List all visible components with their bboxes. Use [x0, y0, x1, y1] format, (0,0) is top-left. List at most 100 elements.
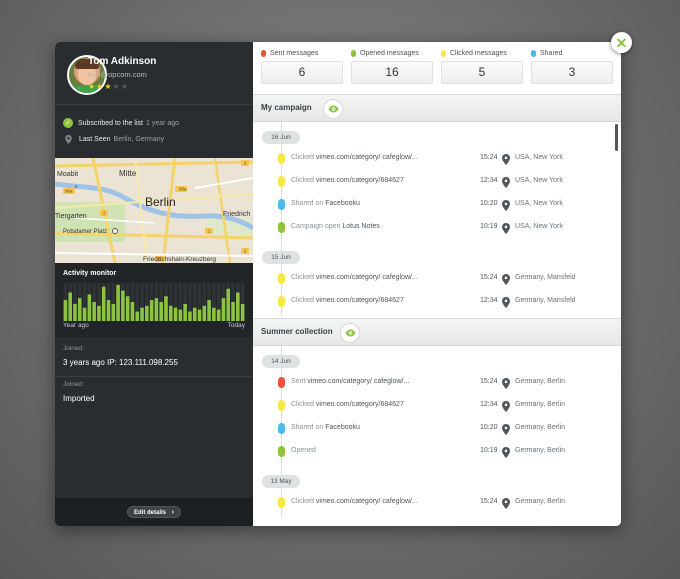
- event-action: Opened: [291, 447, 316, 454]
- activity-bar: [240, 303, 245, 321]
- edit-details-button[interactable]: Edit details ›: [127, 506, 181, 518]
- activity-bar: [87, 294, 92, 321]
- map-road-label: 96a: [65, 189, 73, 194]
- event-location: Germany, Berlin: [515, 498, 566, 505]
- location-pin-icon: [502, 152, 510, 165]
- feed-scrollbar[interactable]: [615, 124, 618, 151]
- location-pin-icon: [502, 376, 510, 389]
- event-time: 12:34: [480, 297, 498, 304]
- event-text: Clicked vimeo.com/category/ cafeglow/...: [291, 498, 418, 505]
- event-text: Opened: [291, 447, 316, 454]
- campaign-header: My campaign: [253, 94, 621, 122]
- event-target[interactable]: vimeo.com/category/684627: [316, 297, 404, 304]
- clicked-dot-icon: [441, 50, 446, 57]
- map-label-tiergarten: Tiergarten: [55, 213, 87, 220]
- edit-details-label: Edit details: [134, 510, 167, 516]
- timeline-event[interactable]: Clicked vimeo.com/category/ cafeglow/...…: [253, 496, 613, 510]
- map-label-moabit: Moabit: [57, 171, 78, 178]
- profile-name: Tom Adkinson: [88, 56, 157, 67]
- event-location: USA, New York: [515, 200, 563, 207]
- date-pill: 15 Jun: [262, 251, 300, 264]
- event-target[interactable]: Facebooku: [325, 424, 360, 431]
- map-label-berlin: Berlin: [145, 195, 176, 209]
- subscribed-label: Subscribed to the list: [78, 119, 143, 127]
- close-button[interactable]: ✕: [611, 32, 632, 53]
- timeline-event[interactable]: Campaign open Lotus Notes 10:19 USA, New Y…: [253, 221, 613, 235]
- map-label-mitte: Mitte: [119, 169, 137, 178]
- date-pill: 16 Jun: [262, 131, 300, 144]
- stats-bar: Sent messages 6 Opened messages 16 Click…: [253, 42, 621, 94]
- timeline-event[interactable]: Shared on Facebooku 10:20 Germany, Berlin: [253, 422, 613, 436]
- location-map[interactable]: 96a 96a 2 1 2 2 1 5 Moabit Mitte Berlin …: [55, 158, 253, 263]
- stat-sent: Sent messages 6: [261, 50, 343, 84]
- event-time: 10:19: [480, 447, 498, 454]
- activity-bar: [168, 305, 173, 321]
- map-label-potsdamer: Potsdamer Platz: [63, 229, 107, 235]
- eye-icon[interactable]: [340, 323, 360, 343]
- event-text: Clicked vimeo.com/category/684627: [291, 177, 404, 184]
- event-target[interactable]: vimeo.com/category/ cafeglow/...: [316, 154, 418, 161]
- clicked-dot-icon: [278, 296, 285, 307]
- divider: [55, 376, 253, 377]
- event-target[interactable]: vimeo.com/category/ cafeglow/...: [316, 498, 418, 505]
- event-target[interactable]: vimeo.com/category/ cafeglow/...: [307, 378, 409, 385]
- star-icon-empty: ★★: [112, 82, 129, 91]
- event-target[interactable]: vimeo.com/category/684627: [316, 401, 404, 408]
- activity-bar: [92, 302, 96, 321]
- activity-bar: [192, 307, 197, 321]
- activity-bar: [130, 302, 135, 321]
- event-location: Germany, Mansfeld: [515, 274, 576, 281]
- stat-value: 6: [261, 61, 343, 84]
- joined-label: Joined:: [63, 381, 84, 388]
- activity-bar: [188, 311, 192, 321]
- map-label-friedrich: Friedrich: [223, 211, 250, 218]
- event-target[interactable]: vimeo.com/category/ cafeglow/...: [316, 274, 418, 281]
- chevron-right-icon: ›: [171, 509, 174, 516]
- timeline-event[interactable]: Opened 10:19 Germany, Berlin: [253, 445, 613, 459]
- sent-dot-icon: [261, 50, 266, 57]
- event-time: 15:24: [480, 274, 498, 281]
- timeline-event[interactable]: Shared on Facebooku 10:20 USA, New York: [253, 198, 613, 212]
- activity-bar: [140, 307, 144, 321]
- activity-bar: [236, 292, 240, 321]
- activity-bar: [82, 307, 87, 321]
- opened-dot-icon: [278, 446, 285, 457]
- activity-bar: [68, 292, 72, 321]
- location-pin-icon: [502, 175, 510, 188]
- activity-bar: [231, 302, 235, 321]
- date-pill: 14 Jun: [262, 355, 300, 368]
- event-target[interactable]: Lotus Notes: [342, 223, 379, 230]
- activity-bar: [197, 309, 202, 321]
- eye-icon[interactable]: [323, 99, 343, 119]
- timeline-event[interactable]: Clicked vimeo.com/category/ cafeglow/...…: [253, 272, 613, 286]
- timeline-event[interactable]: Clicked vimeo.com/category/684627 12:34 Ge…: [253, 399, 613, 413]
- stat-value: 16: [351, 61, 433, 84]
- stat-clicked: Clicked messages 5: [441, 50, 523, 84]
- activity-feed[interactable]: My campaign 16 Jun Clicked vimeo.com/categ…: [253, 94, 621, 526]
- shared-dot-icon: [278, 199, 285, 210]
- event-location: Germany, Berlin: [515, 424, 566, 431]
- location-pin-icon: [502, 422, 510, 435]
- timeline-event[interactable]: Clicked vimeo.com/category/684627 12:34 Ge…: [253, 295, 613, 309]
- timeline-event[interactable]: Clicked vimeo.com/category/684627 12:34 US…: [253, 175, 613, 189]
- last-seen-label: Last Seen: [79, 136, 111, 143]
- event-time: 10:20: [480, 200, 498, 207]
- opened-dot-icon: [351, 50, 356, 57]
- event-location: Germany, Berlin: [515, 401, 566, 408]
- event-text: Clicked vimeo.com/category/684627: [291, 401, 404, 408]
- joined-value: Imported: [63, 394, 95, 403]
- timeline-event[interactable]: Clicked vimeo.com/category/ cafeglow/...…: [253, 152, 613, 166]
- event-text: Campaign open Lotus Notes: [291, 223, 380, 230]
- event-location: Germany, Mansfeld: [515, 297, 576, 304]
- edit-footer: Edit details ›: [55, 498, 253, 526]
- event-action: Clicked: [291, 177, 314, 184]
- location-pin-icon: [502, 295, 510, 308]
- event-time: 12:34: [480, 401, 498, 408]
- event-target[interactable]: Facebooku: [325, 200, 360, 207]
- timeline-event[interactable]: Sent vimeo.com/category/ cafeglow/... 15:…: [253, 376, 613, 390]
- location-pin-icon: [502, 272, 510, 285]
- activity-title: Activity monitor: [63, 270, 117, 277]
- map-graphic: 96a 96a 2 1 2 2 1 5 Moabit Mitte Berlin …: [55, 158, 253, 263]
- rating-stars: ★★★★★: [88, 82, 129, 91]
- event-target[interactable]: vimeo.com/category/684627: [316, 177, 404, 184]
